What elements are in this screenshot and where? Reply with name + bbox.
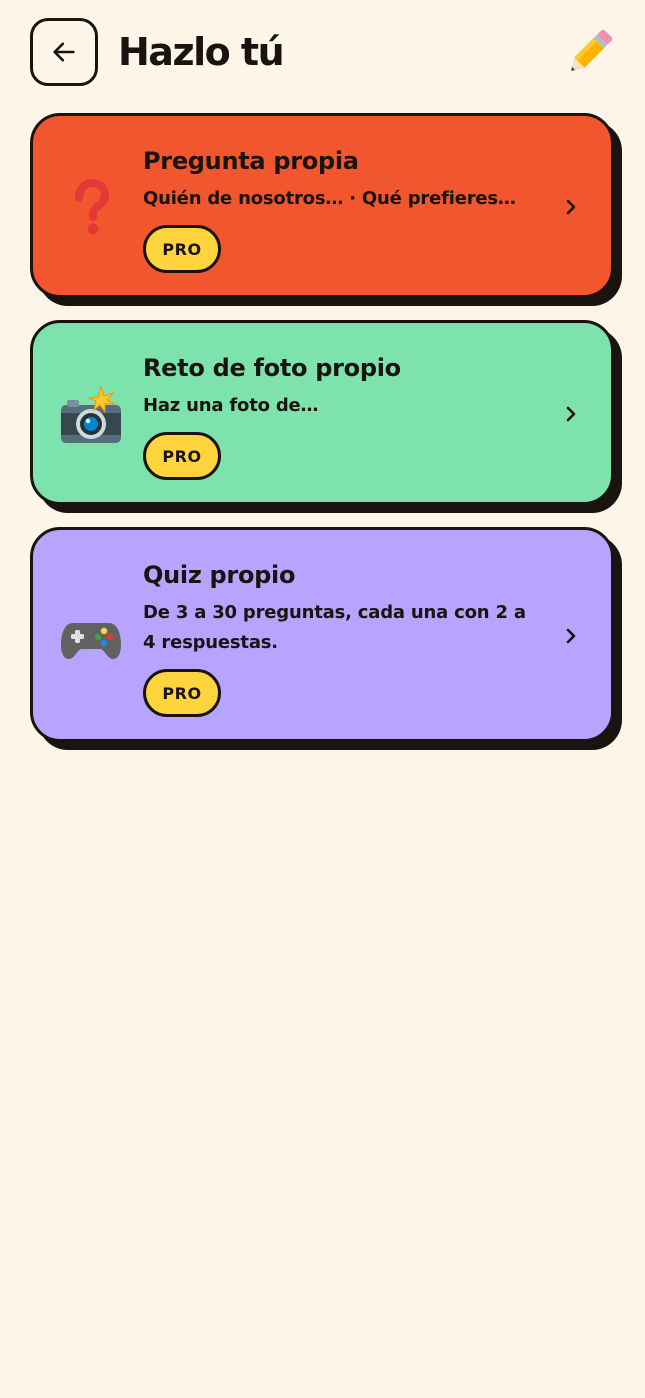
game-controller-icon bbox=[59, 605, 123, 669]
camera-flash-icon bbox=[59, 385, 123, 449]
edit-button[interactable] bbox=[560, 24, 618, 82]
card-pregunta-propia[interactable]: Pregunta propia Quién de nosotros… · Qué… bbox=[30, 113, 614, 298]
pro-badge: PRO bbox=[143, 432, 221, 480]
card-subtitle: De 3 a 30 preguntas, cada una con 2 a 4 … bbox=[143, 602, 526, 653]
chevron-right-icon bbox=[561, 195, 581, 219]
question-mark-icon bbox=[59, 176, 123, 240]
pencil-icon bbox=[571, 29, 613, 71]
arrow-left-icon bbox=[53, 42, 75, 62]
chevron-right-icon bbox=[561, 624, 581, 648]
page-title: Hazlo tú bbox=[118, 30, 285, 74]
card-reto-foto-propio[interactable]: Reto de foto propio Haz una foto de… PRO bbox=[30, 320, 614, 505]
chevron-right-icon bbox=[561, 402, 581, 426]
card-quiz-propio[interactable]: Quiz propio De 3 a 30 preguntas, cada un… bbox=[30, 527, 614, 742]
card-subtitle: Quién de nosotros… · Qué prefieres… bbox=[143, 188, 516, 209]
card-title: Pregunta propia bbox=[143, 147, 359, 175]
back-button[interactable] bbox=[30, 18, 98, 86]
card-title: Reto de foto propio bbox=[143, 354, 401, 382]
header: Hazlo tú bbox=[0, 0, 645, 104]
pro-badge: PRO bbox=[143, 225, 221, 273]
card-title: Quiz propio bbox=[143, 561, 296, 589]
pro-badge: PRO bbox=[143, 669, 221, 717]
card-subtitle: Haz una foto de… bbox=[143, 395, 319, 416]
